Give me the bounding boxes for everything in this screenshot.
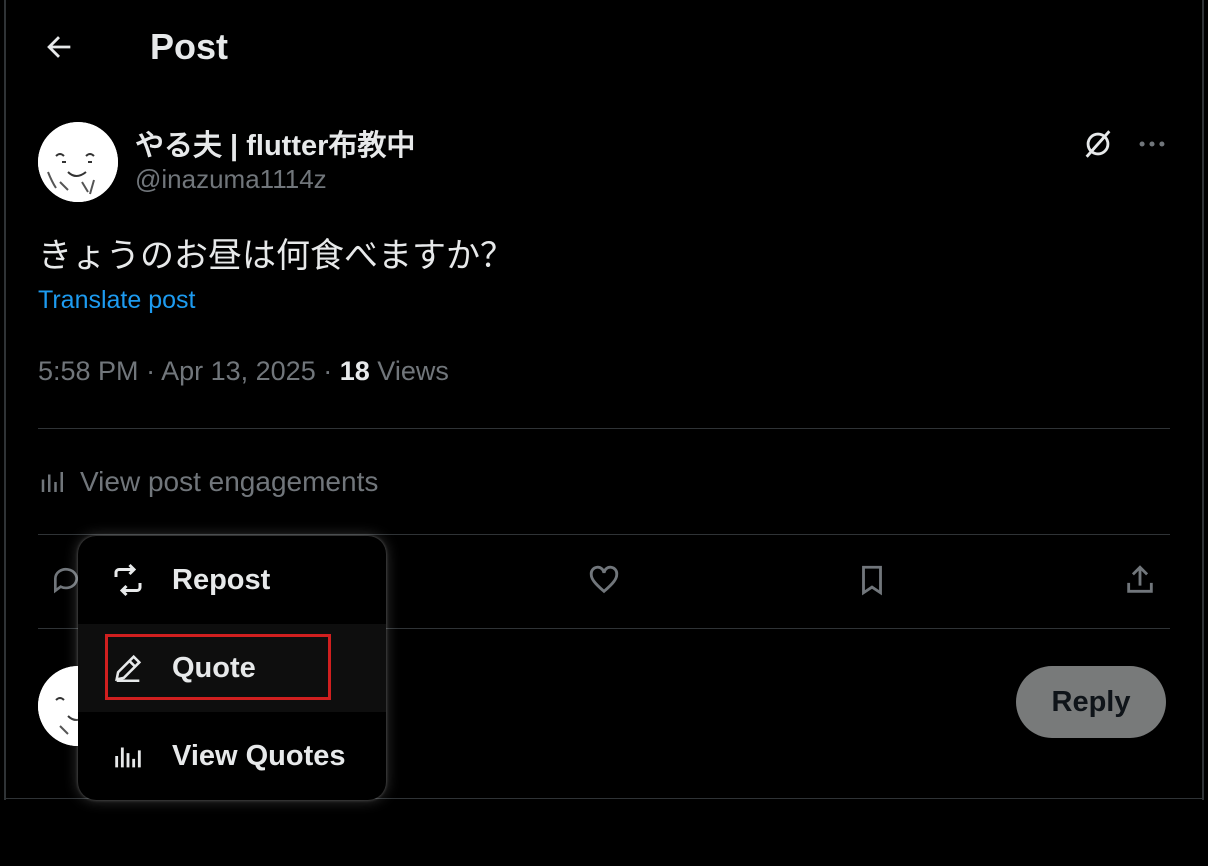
views-count: 18 (339, 356, 370, 386)
menu-item-view-quotes[interactable]: View Quotes (78, 712, 386, 800)
yaruo-avatar-image (38, 122, 118, 202)
bookmark-button[interactable] (850, 558, 894, 602)
grok-button[interactable] (1078, 124, 1118, 164)
menu-item-repost[interactable]: Repost (78, 536, 386, 624)
post-date[interactable]: Apr 13, 2025 (161, 356, 316, 386)
reply-submit-button[interactable]: Reply (1016, 666, 1166, 738)
quote-highlight-box (105, 634, 331, 700)
analytics-icon (41, 472, 63, 492)
author-avatar[interactable] (38, 122, 118, 202)
grok-icon (1085, 130, 1111, 158)
heart-icon (589, 565, 619, 594)
menu-item-label: Repost (172, 563, 271, 596)
arrow-left-icon (47, 36, 71, 58)
translate-post-link[interactable]: Translate post (38, 286, 195, 315)
divider (38, 534, 1170, 535)
app-frame: Post やる夫 | flutter布教中 @inazuma1114z きょうの… (0, 0, 1208, 866)
menu-item-label: View Quotes (172, 739, 346, 772)
views-label: Views (377, 356, 449, 386)
back-button[interactable] (38, 26, 80, 68)
post-text: きょうのお昼は何食べますか？ (38, 236, 514, 276)
engagements-label: View post engagements (80, 466, 379, 497)
repost-icon (106, 558, 150, 602)
right-border (1202, 0, 1204, 800)
more-horizontal-icon (1139, 141, 1165, 147)
post-header: Post (0, 0, 1208, 92)
divider (38, 428, 1170, 429)
author-name[interactable]: やる夫 | flutter布教中 (135, 122, 415, 164)
like-button[interactable] (582, 558, 626, 602)
meta-separator: · (323, 356, 340, 386)
page-title: Post (150, 26, 229, 67)
meta-separator: · (146, 356, 162, 386)
left-border (4, 0, 6, 800)
bar-chart-icon (106, 734, 150, 778)
author-handle[interactable]: @inazuma1114z (135, 164, 327, 195)
bookmark-icon (862, 565, 882, 596)
post-meta: 5:58 PM · Apr 13, 2025 · 18 Views (38, 356, 449, 387)
post-time[interactable]: 5:58 PM (38, 356, 139, 386)
view-post-engagements[interactable]: View post engagements (38, 462, 378, 502)
share-icon (1127, 565, 1153, 593)
more-options-button[interactable] (1132, 124, 1172, 164)
share-button[interactable] (1118, 558, 1162, 602)
